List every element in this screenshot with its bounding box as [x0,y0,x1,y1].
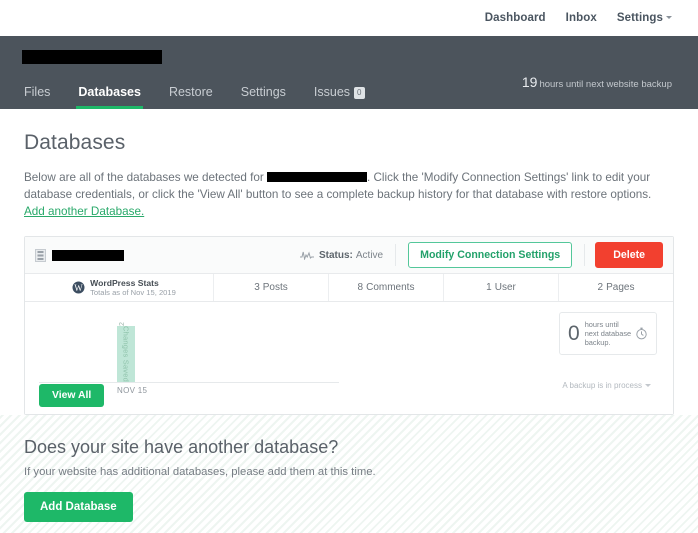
stat-comments-label: Comments [366,282,415,293]
topnav-item-dashboard[interactable]: Dashboard [485,12,546,24]
chart-x-axis [39,382,339,383]
header-divider [584,244,586,266]
chart-bar-label: Changes Saved [121,326,131,382]
issues-count-badge: 0 [354,87,365,99]
intro-text-part1: Below are all of the databases we detect… [24,171,264,184]
status-label: Status: [318,249,353,261]
backup-in-process-note[interactable]: A backup is in process [562,381,651,390]
tab-restore[interactable]: Restore [155,85,227,109]
stat-posts-value: 3 [254,282,260,293]
chevron-down-icon [645,384,651,388]
database-card-body: 12 Changes Saved NOV 15 View All 0 hours… [25,302,673,414]
tab-databases[interactable]: Databases [64,85,155,109]
stat-posts: 3 Posts [213,274,328,301]
site-name-redacted-inline [267,172,367,182]
stat-comments-value: 8 [357,282,364,293]
stat-users-label: User [494,282,516,293]
website-backup-countdown: 19 hours until next website backup [522,74,672,90]
tab-settings[interactable]: Settings [227,85,300,109]
stats-subtitle: Totals as of Nov 15, 2019 [90,287,176,297]
svg-text:W: W [74,283,83,293]
main-content: Databases Below are all of the databases… [0,109,698,415]
tab-files[interactable]: Files [20,85,64,109]
database-name-redacted [52,249,124,261]
topnav-item-settings[interactable]: Settings [617,12,672,24]
add-another-database-link[interactable]: Add another Database. [24,205,144,218]
status-indicator: Status: Active [299,244,397,266]
changes-saved-chart: 12 Changes Saved [39,312,339,382]
page-title: Databases [24,131,126,154]
stat-pages-value: 2 [597,282,604,293]
topnav-item-inbox[interactable]: Inbox [566,12,597,24]
app-tabs: Files Databases Restore Settings Issues 0 [20,85,379,109]
stats-title: WordPress Stats [90,277,159,288]
database-card: Status: Active Modify Connection Setting… [24,236,674,415]
stat-users-value: 1 [486,282,492,293]
pulse-icon [299,251,314,260]
stat-posts-label: Posts [262,282,288,293]
view-all-button[interactable]: View All [39,384,105,407]
stat-pages-label: Pages [606,282,635,293]
database-backup-timer: 0 hours until next database backup. [559,312,657,355]
wordpress-stats-row: W WordPress Stats Totals as of Nov 15, 2… [25,274,673,302]
add-database-button[interactable]: Add Database [24,492,133,522]
delete-database-button[interactable]: Delete [595,242,663,268]
backup-in-process-text: A backup is in process [562,381,642,390]
promo-title: Does your site have another database? [24,437,339,457]
modify-connection-settings-button[interactable]: Modify Connection Settings [408,242,573,268]
status-value: Active [355,249,384,261]
top-utility-nav: Dashboard Inbox Settings [0,0,698,36]
stat-comments: 8 Comments [328,274,443,301]
database-icon [35,248,46,262]
stats-title-cell: W WordPress Stats Totals as of Nov 15, 2… [25,274,213,301]
wordpress-icon: W [72,281,85,294]
clock-icon [636,327,647,340]
tab-issues[interactable]: Issues 0 [300,85,379,109]
chart-x-tick-nov-15: NOV 15 [117,386,148,395]
database-card-header: Status: Active Modify Connection Setting… [25,237,673,274]
backup-hours-text: hours until next website backup [539,79,672,90]
timer-hours-text: hours until next database backup. [584,320,632,347]
tab-issues-label: Issues [313,85,351,99]
chevron-down-icon [666,16,672,20]
stat-pages: 2 Pages [558,274,673,301]
backup-hours-value: 19 [521,74,538,90]
timer-hours-value: 0 [568,321,580,345]
topnav-settings-label: Settings [616,12,663,24]
app-header: 19 hours until next website backup Files … [0,36,698,109]
stat-users: 1 User [443,274,558,301]
another-database-panel: Does your site have another database? If… [0,415,698,533]
chart-bar-nov-15: Changes Saved [117,326,135,382]
stats-title-text: WordPress Stats Totals as of Nov 15, 201… [90,278,176,298]
page-description: Below are all of the databases we detect… [24,169,664,220]
promo-subtitle: If your website has additional databases… [24,466,376,478]
site-name-redacted [22,50,162,64]
